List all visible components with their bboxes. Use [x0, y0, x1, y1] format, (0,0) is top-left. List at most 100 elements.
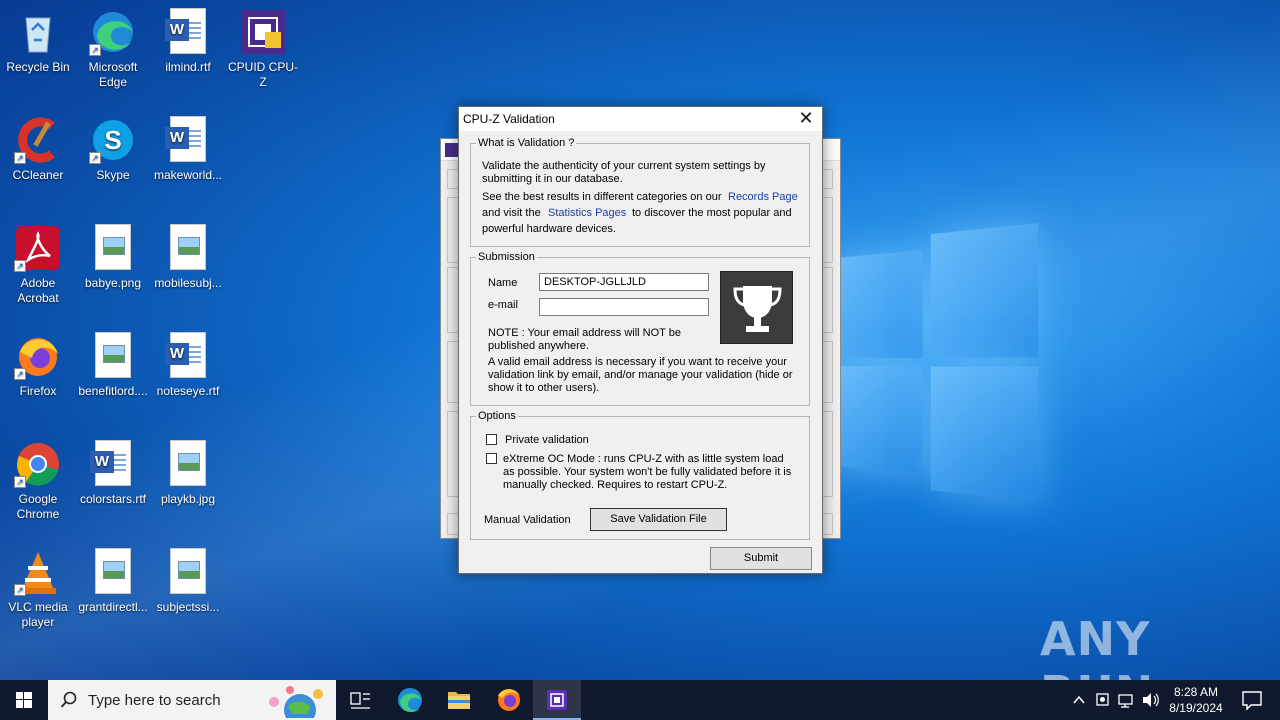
desktop-icon-label: CPUID CPU-Z: [227, 60, 298, 89]
windows-wallpaper-logo: [835, 218, 1039, 502]
desktop-icon[interactable]: ↗ VLC media player: [0, 548, 76, 630]
taskbar-search-box[interactable]: Type here to search: [48, 680, 336, 720]
desktop-icon-label: noteseye.rtf: [156, 384, 220, 398]
ccleaner-icon: ↗: [14, 116, 62, 164]
desktop-icon-label: colorstars.rtf: [79, 492, 146, 506]
powerful-text: powerful hardware devices.: [482, 223, 616, 235]
word-document-icon: W: [89, 440, 137, 488]
desktop-icon-label: grantdirectl...: [78, 600, 148, 614]
desktop-icon-label: ilmind.rtf: [165, 60, 211, 74]
desktop-icon-label: Skype: [96, 168, 130, 182]
clock[interactable]: 8:28 AM 8/19/2024: [1164, 680, 1228, 720]
shortcut-arrow-icon: ↗: [14, 152, 26, 164]
desktop-icon[interactable]: CPUID CPU-Z: [225, 8, 301, 90]
desktop-icon[interactable]: benefitlord....: [75, 332, 151, 399]
svg-text:S: S: [104, 125, 121, 155]
cpuz-window-icon: [445, 143, 459, 157]
manual-validation-label: Manual Validation: [484, 514, 571, 526]
task-view-icon: [350, 692, 370, 709]
network-icon[interactable]: [1116, 680, 1138, 720]
windows-start-icon: [16, 692, 32, 708]
cpuz-validation-dialog: CPU-Z Validation ✕ What is Validation ? …: [458, 106, 823, 574]
task-view-button[interactable]: [336, 680, 384, 720]
shortcut-arrow-icon: ↗: [14, 476, 26, 488]
chrome-icon: ↗: [14, 440, 62, 488]
extreme-oc-checkbox[interactable]: [486, 453, 497, 464]
dialog-titlebar[interactable]: CPU-Z Validation ✕: [459, 107, 822, 131]
firefox-icon: ↗: [14, 332, 62, 380]
start-button[interactable]: [0, 680, 48, 720]
desktop-icon[interactable]: grantdirectl...: [75, 548, 151, 615]
image-file-icon: [89, 224, 137, 272]
email-input[interactable]: [539, 298, 709, 316]
desktop-icon-label: playkb.jpg: [160, 492, 216, 506]
options-legend: Options: [478, 410, 516, 422]
notification-center-button[interactable]: [1232, 680, 1272, 720]
image-file-icon: [89, 332, 137, 380]
desktop-icon[interactable]: S ↗ Skype: [75, 116, 151, 183]
desktop-icon[interactable]: ↗ CCleaner: [0, 116, 76, 183]
desktop-icon-label: babye.png: [84, 276, 142, 290]
edge-icon: ↗: [89, 8, 137, 56]
records-text: See the best results in different catego…: [482, 191, 722, 203]
show-hidden-icons-chevron-up-icon[interactable]: [1068, 680, 1090, 720]
word-document-icon: W: [164, 8, 212, 56]
shortcut-arrow-icon: ↗: [14, 260, 26, 272]
desktop-icon-label: Recycle Bin: [6, 60, 70, 74]
records-page-link[interactable]: Records Page: [728, 191, 798, 204]
submit-button[interactable]: Submit: [710, 547, 812, 570]
clock-date: 8/19/2024: [1169, 701, 1223, 715]
firefox-icon: [498, 689, 520, 711]
desktop-icon[interactable]: babye.png: [75, 224, 151, 291]
desktop-icon[interactable]: playkb.jpg: [150, 440, 226, 507]
private-validation-checkbox[interactable]: [486, 434, 497, 445]
taskbar-firefox-button[interactable]: [485, 680, 533, 720]
desktop-icon[interactable]: Wmakeworld...: [150, 116, 226, 183]
cpuz-icon: [239, 8, 287, 56]
clock-time: 8:28 AM: [1173, 685, 1219, 699]
close-icon[interactable]: ✕: [790, 107, 822, 131]
folder-icon: [448, 692, 470, 709]
desktop-icon-label: Google Chrome: [16, 492, 60, 521]
desktop-icon[interactable]: mobilesubj...: [150, 224, 226, 291]
desktop-icon[interactable]: Recycle Bin: [0, 8, 76, 75]
desktop-icon[interactable]: ↗ Firefox: [0, 332, 76, 399]
desktop-icon[interactable]: ↗ Google Chrome: [0, 440, 76, 522]
email-note-detail: A valid email address is necessary if yo…: [488, 356, 793, 394]
taskbar-cpuz-button[interactable]: [533, 680, 581, 720]
shortcut-arrow-icon: ↗: [14, 368, 26, 380]
desktop-icon[interactable]: Wcolorstars.rtf: [75, 440, 151, 507]
desktop-icon[interactable]: Wnoteseye.rtf: [150, 332, 226, 399]
extreme-oc-label[interactable]: eXtreme OC Mode : runs CPU-Z with as lit…: [503, 453, 793, 492]
shortcut-arrow-icon: ↗: [89, 152, 101, 164]
email-label: e-mail: [488, 299, 518, 311]
dialog-title: CPU-Z Validation: [463, 112, 555, 126]
name-label: Name: [488, 277, 518, 289]
discover-text: to discover the most popular and: [632, 207, 792, 219]
image-file-icon: [164, 224, 212, 272]
edge-icon: [398, 688, 422, 712]
desktop-icon[interactable]: ↗ Adobe Acrobat: [0, 224, 76, 306]
desktop-icon[interactable]: Wilmind.rtf: [150, 8, 226, 75]
shortcut-arrow-icon: ↗: [89, 44, 101, 56]
desktop-icon-label: makeworld...: [153, 168, 223, 182]
validation-description: Validate the authenticity of your curren…: [482, 160, 766, 185]
taskbar: Type here to search 8:28 AM 8/19/2024: [0, 680, 1280, 720]
desktop-icon[interactable]: ↗ Microsoft Edge: [75, 8, 151, 90]
vlc-icon: ↗: [14, 548, 62, 596]
search-icon: [60, 691, 77, 708]
name-input[interactable]: DESKTOP-JGLLJLD: [539, 273, 709, 291]
desktop-icon-label: VLC media player: [8, 600, 68, 629]
desktop-icon-label: CCleaner: [12, 168, 64, 182]
meet-now-icon[interactable]: [1092, 680, 1114, 720]
taskbar-file-explorer-button[interactable]: [435, 680, 483, 720]
desktop-icon-label: Microsoft Edge: [88, 60, 138, 89]
taskbar-edge-button[interactable]: [386, 680, 434, 720]
email-note: NOTE : Your email address will NOT be pu…: [488, 327, 681, 352]
save-validation-file-button[interactable]: Save Validation File: [590, 508, 727, 531]
statistics-pages-link[interactable]: Statistics Pages: [548, 207, 626, 220]
desktop-icon[interactable]: subjectssi...: [150, 548, 226, 615]
word-document-icon: W: [164, 332, 212, 380]
private-validation-label[interactable]: Private validation: [505, 434, 589, 447]
volume-icon[interactable]: [1140, 680, 1162, 720]
